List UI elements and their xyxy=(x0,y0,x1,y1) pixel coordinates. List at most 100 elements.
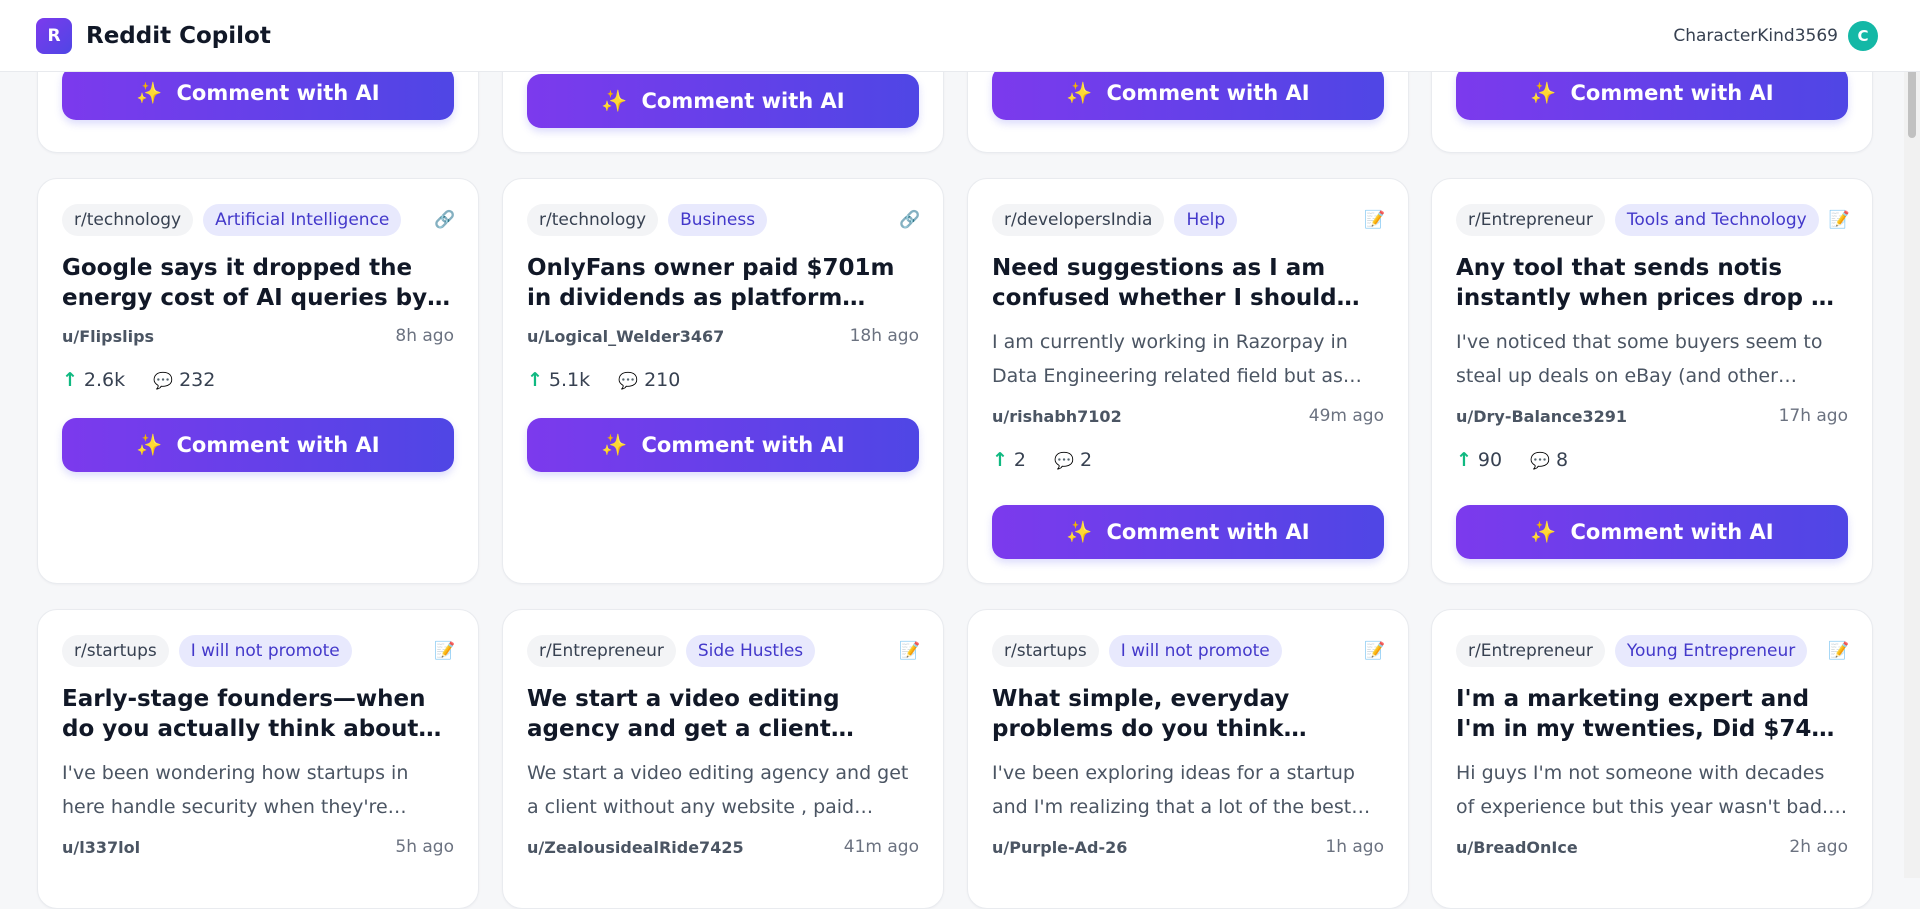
post-tags: r/Entrepreneur Young Entrepreneur 📝 xyxy=(1456,634,1850,668)
comment-bubble-icon: 💬 xyxy=(1054,450,1074,470)
comment-with-ai-button[interactable]: ✨ Comment with AI xyxy=(992,66,1384,120)
post-tags: r/Entrepreneur Side Hustles 📝 xyxy=(527,634,920,668)
post-author[interactable]: u/l337lol xyxy=(62,838,140,857)
upvote-count: 2.6k xyxy=(83,369,126,391)
post-title[interactable]: What simple, everyday problems do you th… xyxy=(992,684,1384,744)
comment-with-ai-button[interactable]: ✨ Comment with AI xyxy=(527,74,919,128)
comment-count: 8 xyxy=(1556,449,1569,471)
post-tags: r/technology Artificial Intelligence 🔗 xyxy=(62,203,455,237)
post-title[interactable]: OnlyFans owner paid $701m in dividends a… xyxy=(527,253,919,313)
post-time: 49m ago xyxy=(1308,406,1384,426)
brand[interactable]: R Reddit Copilot xyxy=(36,17,271,54)
sparkle-icon: ✨ xyxy=(1066,80,1093,105)
comment-button-label: Comment with AI xyxy=(641,89,845,113)
post-title[interactable]: Any tool that sends notis instantly when… xyxy=(1456,253,1848,313)
post-card[interactable]: r/Entrepreneur Young Entrepreneur 📝 I'm … xyxy=(1431,609,1873,909)
sparkle-icon: ✨ xyxy=(136,432,163,457)
post-card[interactable]: r/technology Business 🔗 OnlyFans owner p… xyxy=(502,178,944,584)
post-author[interactable]: u/Purple-Ad-26 xyxy=(992,838,1127,857)
post-card[interactable]: r/startups I will not promote 📝 What sim… xyxy=(967,609,1409,909)
flair-tag: I will not promote xyxy=(178,635,352,667)
post-stats: ↑ 2 💬 2 xyxy=(992,447,1384,473)
flair-tag: I will not promote xyxy=(1108,635,1282,667)
upvote-arrow-icon: ↑ xyxy=(527,369,543,391)
post-title[interactable]: I'm a marketing expert and I'm in my twe… xyxy=(1456,684,1848,744)
post-author[interactable]: u/Dry-Balance3291 xyxy=(1456,407,1627,426)
text-post-icon: 📝 xyxy=(1828,641,1850,661)
upvote-count: 5.1k xyxy=(548,369,591,391)
post-excerpt: I've been exploring ideas for a startup … xyxy=(992,762,1355,818)
comment-with-ai-button[interactable]: ✨ Comment with AI xyxy=(527,418,919,472)
post-author[interactable]: u/ZealousidealRide7425 xyxy=(527,838,744,857)
post-time: 18h ago xyxy=(849,326,919,346)
comment-with-ai-button[interactable]: ✨ Comment with AI xyxy=(1456,66,1848,120)
post-excerpt: I've noticed that some buyers seem to st… xyxy=(1456,331,1823,387)
post-excerpt: We start a video editing agency and get … xyxy=(527,762,909,818)
subreddit-tag[interactable]: r/Entrepreneur xyxy=(1456,635,1605,667)
post-title[interactable]: Need suggestions as I am confused whethe… xyxy=(992,253,1384,313)
subreddit-tag[interactable]: r/technology xyxy=(527,204,659,236)
post-tags: r/technology Business 🔗 xyxy=(527,203,921,237)
post-author[interactable]: u/BreadOnIce xyxy=(1456,838,1578,857)
flair-tag: Side Hustles xyxy=(685,635,816,667)
flair-tag: Business xyxy=(668,204,768,236)
upvote-arrow-icon: ↑ xyxy=(62,369,78,391)
comment-bubble-icon: 💬 xyxy=(153,370,174,390)
post-time: 2h ago xyxy=(1789,837,1848,857)
post-card[interactable]: r/Entrepreneur Tools and Technology 📝 An… xyxy=(1431,178,1873,584)
post-meta: u/Purple-Ad-26 1h ago xyxy=(992,836,1384,858)
post-title[interactable]: Google says it dropped the energy cost o… xyxy=(62,253,454,313)
comment-with-ai-button[interactable]: ✨ Comment with AI xyxy=(1456,505,1848,559)
post-author[interactable]: u/Logical_Welder3467 xyxy=(527,327,724,346)
comment-bubble-icon: 💬 xyxy=(618,370,639,390)
post-tags: r/developersIndia Help 📝 xyxy=(992,203,1386,237)
post-card[interactable]: r/Entrepreneur Side Hustles 📝 We start a… xyxy=(502,609,944,909)
sparkle-icon: ✨ xyxy=(1530,80,1557,105)
subreddit-tag[interactable]: r/technology xyxy=(62,204,194,236)
flair-tag: Young Entrepreneur xyxy=(1614,635,1808,667)
sparkle-icon: ✨ xyxy=(1066,519,1093,544)
post-meta: u/Dry-Balance3291 17h ago xyxy=(1456,405,1848,427)
post-meta: u/rishabh7102 49m ago xyxy=(992,405,1384,427)
subreddit-tag[interactable]: r/startups xyxy=(992,635,1099,667)
subreddit-tag[interactable]: r/Entrepreneur xyxy=(1456,204,1605,236)
post-card[interactable]: r/startups I will not promote 📝 Early-st… xyxy=(37,609,479,909)
post-tags: r/startups I will not promote 📝 xyxy=(62,634,455,668)
post-time: 17h ago xyxy=(1778,406,1848,426)
post-time: 8h ago xyxy=(395,326,454,346)
app-header: R Reddit Copilot CharacterKind3569 C xyxy=(0,0,1920,72)
comment-with-ai-button[interactable]: ✨ Comment with AI xyxy=(992,505,1384,559)
sparkle-icon: ✨ xyxy=(1530,519,1557,544)
comment-button-label: Comment with AI xyxy=(1570,520,1774,544)
comment-button-label: Comment with AI xyxy=(1106,81,1310,105)
comment-with-ai-button[interactable]: ✨ Comment with AI xyxy=(62,418,454,472)
text-post-icon: 📝 xyxy=(1364,210,1386,230)
post-excerpt: I've been wondering how startups in here… xyxy=(62,762,409,818)
post-stats: ↑ 90 💬 8 xyxy=(1456,447,1848,473)
subreddit-tag[interactable]: r/developersIndia xyxy=(992,204,1165,236)
subreddit-tag[interactable]: r/Entrepreneur xyxy=(527,635,676,667)
post-meta: u/Logical_Welder3467 18h ago xyxy=(527,325,919,347)
comment-count: 2 xyxy=(1079,449,1093,471)
post-title[interactable]: We start a video editing agency and get … xyxy=(527,684,919,744)
post-title[interactable]: Early-stage founders—when do you actuall… xyxy=(62,684,454,744)
subreddit-tag[interactable]: r/startups xyxy=(62,635,169,667)
sparkle-icon: ✨ xyxy=(601,432,628,457)
user-menu[interactable]: CharacterKind3569 C xyxy=(1673,20,1878,51)
flair-tag: Help xyxy=(1174,204,1238,236)
post-card[interactable]: r/technology Artificial Intelligence 🔗 G… xyxy=(37,178,479,584)
comment-button-label: Comment with AI xyxy=(1106,520,1310,544)
page-scrollbar[interactable] xyxy=(1904,0,1920,878)
post-stats: ↑ 2.6k 💬 232 xyxy=(62,367,454,393)
upvote-arrow-icon: ↑ xyxy=(1456,449,1472,471)
post-time: 1h ago xyxy=(1325,837,1384,857)
post-author[interactable]: u/rishabh7102 xyxy=(992,407,1122,426)
post-author[interactable]: u/Flipslips xyxy=(62,327,154,346)
text-post-icon: 📝 xyxy=(1364,641,1386,661)
post-card[interactable]: r/developersIndia Help 📝 Need suggestion… xyxy=(967,178,1409,584)
comment-with-ai-button[interactable]: ✨ Comment with AI xyxy=(62,66,454,120)
post-tags: r/startups I will not promote 📝 xyxy=(992,634,1386,668)
post-stats: ↑ 5.1k 💬 210 xyxy=(527,367,919,393)
avatar[interactable]: C xyxy=(1848,20,1878,51)
link-icon: 🔗 xyxy=(899,210,921,230)
